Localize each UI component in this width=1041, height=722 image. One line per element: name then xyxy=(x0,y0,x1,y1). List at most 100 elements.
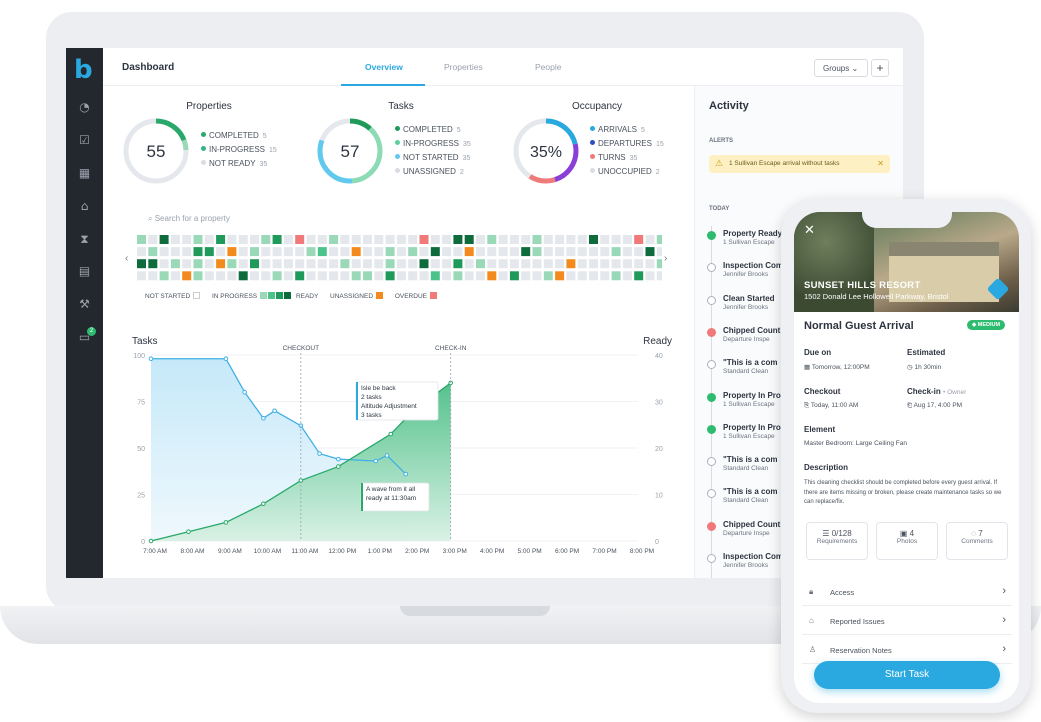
heatmap-cell[interactable] xyxy=(340,259,350,269)
heatmap-cell[interactable] xyxy=(476,247,485,257)
heatmap-cell[interactable] xyxy=(227,259,237,269)
heatmap-cell[interactable] xyxy=(419,235,429,244)
heatmap-cell[interactable] xyxy=(555,271,565,281)
heatmap-cell[interactable] xyxy=(374,235,384,244)
heatmap-cell[interactable] xyxy=(464,271,474,281)
heatmap-cell[interactable] xyxy=(430,235,440,244)
heatmap-cell[interactable] xyxy=(216,259,226,269)
heatmap-cell[interactable] xyxy=(272,271,282,281)
heatmap-cell[interactable] xyxy=(204,271,214,281)
heatmap-cell[interactable] xyxy=(317,235,327,244)
tab-people[interactable]: People xyxy=(535,62,561,72)
wrench-icon[interactable]: ⚒ xyxy=(77,297,92,312)
heatmap-cell[interactable] xyxy=(509,271,519,281)
heatmap-cell[interactable] xyxy=(521,259,531,269)
heatmap-cell[interactable] xyxy=(408,235,418,244)
heatmap-cell[interactable] xyxy=(283,259,293,269)
heatmap-cell[interactable] xyxy=(442,247,452,257)
heatmap-cell[interactable] xyxy=(453,271,463,281)
heatmap-cell[interactable] xyxy=(329,247,339,257)
heatmap-cell[interactable] xyxy=(317,271,327,281)
heatmap-cell[interactable] xyxy=(453,235,463,244)
heatmap-cell[interactable] xyxy=(577,259,587,269)
heatmap-cell[interactable] xyxy=(408,259,418,269)
heatmap-cell[interactable] xyxy=(487,247,497,257)
heatmap-cell[interactable] xyxy=(306,271,316,281)
heatmap-cell[interactable] xyxy=(589,271,598,281)
heatmap-cell[interactable] xyxy=(148,235,158,244)
heatmap-cell[interactable] xyxy=(351,271,361,281)
heatmap-cell[interactable] xyxy=(182,259,192,269)
tasks-point[interactable] xyxy=(317,451,322,456)
heatmap-cell[interactable] xyxy=(453,259,463,269)
heatmap-cell[interactable] xyxy=(204,247,214,257)
heatmap-cell[interactable] xyxy=(442,271,452,281)
heatmap-cell[interactable] xyxy=(634,235,644,244)
heatmap-cell[interactable] xyxy=(227,247,237,257)
groups-dropdown[interactable]: Groups ⌄ xyxy=(814,59,868,77)
hourglass-icon[interactable]: ⧗ xyxy=(77,232,92,247)
heatmap-cell[interactable] xyxy=(283,271,293,281)
heatmap-cell[interactable] xyxy=(543,247,553,257)
heatmap-cell[interactable] xyxy=(374,271,384,281)
ready-point[interactable] xyxy=(223,520,229,525)
heatmap-cell[interactable] xyxy=(306,247,316,257)
heatmap-cell[interactable] xyxy=(464,235,474,244)
heatmap-cell[interactable] xyxy=(430,247,440,257)
heatmap-cell[interactable] xyxy=(250,259,259,269)
heatmap-cell[interactable] xyxy=(622,247,632,257)
heatmap-cell[interactable] xyxy=(261,247,271,257)
heatmap-cell[interactable] xyxy=(261,235,271,244)
heatmap-cell[interactable] xyxy=(385,271,395,281)
heatmap-cell[interactable] xyxy=(351,259,361,269)
heatmap-cell[interactable] xyxy=(566,235,576,244)
heatmap-cell[interactable] xyxy=(656,259,662,269)
access-row[interactable]: 🔒︎ Access › xyxy=(802,578,1012,606)
tasks-point[interactable] xyxy=(384,453,390,458)
heatmap-cell[interactable] xyxy=(498,271,508,281)
heatmap-cell[interactable] xyxy=(238,271,248,281)
heatmap-cell[interactable] xyxy=(645,259,655,269)
heatmap-cell[interactable] xyxy=(476,235,485,244)
heatmap-cell[interactable] xyxy=(656,235,662,244)
heatmap-cell[interactable] xyxy=(521,271,531,281)
heatmap-cell[interactable] xyxy=(238,259,248,269)
tab-overview[interactable]: Overview xyxy=(365,62,403,72)
heatmap-cell[interactable] xyxy=(170,247,180,257)
home-icon[interactable]: ⌂ xyxy=(77,199,92,214)
heatmap-cell[interactable] xyxy=(408,247,418,257)
heatmap-cell[interactable] xyxy=(159,259,169,269)
heatmap-cell[interactable] xyxy=(532,271,542,281)
heatmap-cell[interactable] xyxy=(498,259,508,269)
photos-tile[interactable]: ▣ 4 Photos xyxy=(876,522,938,560)
heatmap-cell[interactable] xyxy=(577,247,587,257)
heatmap-cell[interactable] xyxy=(283,235,293,244)
heatmap-cell[interactable] xyxy=(193,259,203,269)
heatmap-cell[interactable] xyxy=(340,247,350,257)
heatmap-cell[interactable] xyxy=(600,259,610,269)
heatmap-cell[interactable] xyxy=(261,259,271,269)
heatmap-cell[interactable] xyxy=(498,247,508,257)
chevron-right-icon[interactable]: › xyxy=(664,253,667,264)
alert-banner[interactable]: ⚠ 1 Sullivan Escape arrival without tasks… xyxy=(709,155,890,173)
app-logo[interactable]: b xyxy=(74,57,96,83)
heatmap-cell[interactable] xyxy=(170,271,180,281)
chevron-left-icon[interactable]: ‹ xyxy=(125,253,128,264)
heatmap-cell[interactable] xyxy=(329,235,339,244)
heatmap-cell[interactable] xyxy=(396,247,406,257)
heatmap-cell[interactable] xyxy=(137,259,146,269)
heatmap-cell[interactable] xyxy=(295,259,305,269)
heatmap-cell[interactable] xyxy=(476,271,485,281)
heatmap-cell[interactable] xyxy=(566,271,576,281)
heatmap-cell[interactable] xyxy=(363,235,372,244)
reported-issues-row[interactable]: ⌂ Reported Issues › xyxy=(802,607,1012,635)
heatmap-cell[interactable] xyxy=(148,259,158,269)
comments-tile[interactable]: ◌ 7 Comments xyxy=(946,522,1008,560)
heatmap-cell[interactable] xyxy=(148,271,158,281)
heatmap-cell[interactable] xyxy=(396,259,406,269)
heatmap-cell[interactable] xyxy=(329,259,339,269)
heatmap-cell[interactable] xyxy=(555,235,565,244)
heatmap-cell[interactable] xyxy=(317,247,327,257)
heatmap-cell[interactable] xyxy=(227,271,237,281)
heatmap-cell[interactable] xyxy=(204,259,214,269)
